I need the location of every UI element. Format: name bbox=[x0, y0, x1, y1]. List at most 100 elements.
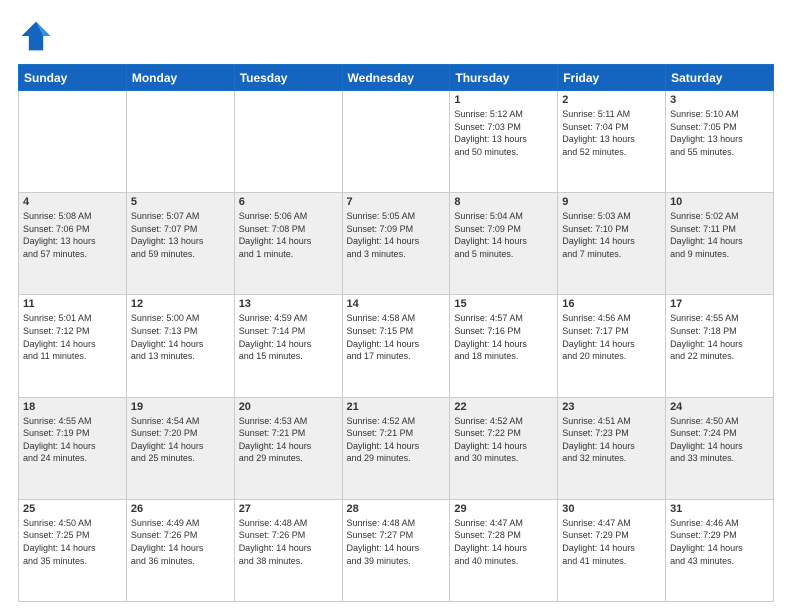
calendar-week-row: 18 Sunrise: 4:55 AM Sunset: 7:19 PM Dayli… bbox=[19, 397, 774, 499]
table-row: 24 Sunrise: 4:50 AM Sunset: 7:24 PM Dayli… bbox=[666, 397, 774, 499]
day-info: Sunrise: 5:12 AM Sunset: 7:03 PM Dayligh… bbox=[454, 108, 553, 158]
col-thursday: Thursday bbox=[450, 65, 558, 91]
day-info: Sunrise: 4:53 AM Sunset: 7:21 PM Dayligh… bbox=[239, 415, 338, 465]
day-number: 27 bbox=[239, 503, 338, 515]
table-row: 18 Sunrise: 4:55 AM Sunset: 7:19 PM Dayli… bbox=[19, 397, 127, 499]
day-number: 22 bbox=[454, 401, 553, 413]
day-number: 21 bbox=[347, 401, 446, 413]
day-number: 23 bbox=[562, 401, 661, 413]
calendar-week-row: 11 Sunrise: 5:01 AM Sunset: 7:12 PM Dayli… bbox=[19, 295, 774, 397]
table-row: 27 Sunrise: 4:48 AM Sunset: 7:26 PM Dayli… bbox=[234, 499, 342, 601]
day-info: Sunrise: 5:10 AM Sunset: 7:05 PM Dayligh… bbox=[670, 108, 769, 158]
table-row: 16 Sunrise: 4:56 AM Sunset: 7:17 PM Dayli… bbox=[558, 295, 666, 397]
day-number: 5 bbox=[131, 196, 230, 208]
day-info: Sunrise: 4:48 AM Sunset: 7:26 PM Dayligh… bbox=[239, 517, 338, 567]
day-info: Sunrise: 4:58 AM Sunset: 7:15 PM Dayligh… bbox=[347, 312, 446, 362]
table-row: 14 Sunrise: 4:58 AM Sunset: 7:15 PM Dayli… bbox=[342, 295, 450, 397]
table-row: 11 Sunrise: 5:01 AM Sunset: 7:12 PM Dayli… bbox=[19, 295, 127, 397]
day-number: 7 bbox=[347, 196, 446, 208]
calendar-table: Sunday Monday Tuesday Wednesday Thursday… bbox=[18, 64, 774, 602]
day-info: Sunrise: 5:11 AM Sunset: 7:04 PM Dayligh… bbox=[562, 108, 661, 158]
col-tuesday: Tuesday bbox=[234, 65, 342, 91]
day-number: 19 bbox=[131, 401, 230, 413]
table-row: 15Sunrise: 4:57 AM Sunset: 7:16 PM Dayli… bbox=[450, 295, 558, 397]
day-number: 17 bbox=[670, 298, 769, 310]
day-number: 25 bbox=[23, 503, 122, 515]
col-saturday: Saturday bbox=[666, 65, 774, 91]
day-info: Sunrise: 5:01 AM Sunset: 7:12 PM Dayligh… bbox=[23, 312, 122, 362]
page: Sunday Monday Tuesday Wednesday Thursday… bbox=[0, 0, 792, 612]
table-row bbox=[126, 91, 234, 193]
day-number: 1 bbox=[454, 94, 553, 106]
col-friday: Friday bbox=[558, 65, 666, 91]
day-info: Sunrise: 5:03 AM Sunset: 7:10 PM Dayligh… bbox=[562, 210, 661, 260]
day-info: Sunrise: 4:50 AM Sunset: 7:25 PM Dayligh… bbox=[23, 517, 122, 567]
table-row: 30 Sunrise: 4:47 AM Sunset: 7:29 PM Dayli… bbox=[558, 499, 666, 601]
day-number: 14 bbox=[347, 298, 446, 310]
day-number: 2 bbox=[562, 94, 661, 106]
day-info: Sunrise: 4:52 AM Sunset: 7:22 PM Dayligh… bbox=[454, 415, 553, 465]
table-row: 23Sunrise: 4:51 AM Sunset: 7:23 PM Dayli… bbox=[558, 397, 666, 499]
table-row: 28Sunrise: 4:48 AM Sunset: 7:27 PM Dayli… bbox=[342, 499, 450, 601]
table-row: 29 Sunrise: 4:47 AM Sunset: 7:28 PM Dayli… bbox=[450, 499, 558, 601]
day-number: 30 bbox=[562, 503, 661, 515]
day-number: 13 bbox=[239, 298, 338, 310]
day-info: Sunrise: 5:05 AM Sunset: 7:09 PM Dayligh… bbox=[347, 210, 446, 260]
day-info: Sunrise: 4:55 AM Sunset: 7:18 PM Dayligh… bbox=[670, 312, 769, 362]
day-number: 10 bbox=[670, 196, 769, 208]
day-info: Sunrise: 4:47 AM Sunset: 7:28 PM Dayligh… bbox=[454, 517, 553, 567]
col-monday: Monday bbox=[126, 65, 234, 91]
day-number: 31 bbox=[670, 503, 769, 515]
day-info: Sunrise: 4:50 AM Sunset: 7:24 PM Dayligh… bbox=[670, 415, 769, 465]
day-info: Sunrise: 5:00 AM Sunset: 7:13 PM Dayligh… bbox=[131, 312, 230, 362]
day-info: Sunrise: 5:06 AM Sunset: 7:08 PM Dayligh… bbox=[239, 210, 338, 260]
table-row: 22 Sunrise: 4:52 AM Sunset: 7:22 PM Dayli… bbox=[450, 397, 558, 499]
day-info: Sunrise: 4:56 AM Sunset: 7:17 PM Dayligh… bbox=[562, 312, 661, 362]
table-row: 4Sunrise: 5:08 AM Sunset: 7:06 PM Daylig… bbox=[19, 193, 127, 295]
day-number: 8 bbox=[454, 196, 553, 208]
table-row: 12Sunrise: 5:00 AM Sunset: 7:13 PM Dayli… bbox=[126, 295, 234, 397]
day-number: 6 bbox=[239, 196, 338, 208]
table-row: 13 Sunrise: 4:59 AM Sunset: 7:14 PM Dayli… bbox=[234, 295, 342, 397]
table-row: 8 Sunrise: 5:04 AM Sunset: 7:09 PM Daylig… bbox=[450, 193, 558, 295]
table-row: 1 Sunrise: 5:12 AM Sunset: 7:03 PM Daylig… bbox=[450, 91, 558, 193]
day-info: Sunrise: 5:07 AM Sunset: 7:07 PM Dayligh… bbox=[131, 210, 230, 260]
day-info: Sunrise: 4:52 AM Sunset: 7:21 PM Dayligh… bbox=[347, 415, 446, 465]
day-info: Sunrise: 4:48 AM Sunset: 7:27 PM Dayligh… bbox=[347, 517, 446, 567]
day-info: Sunrise: 5:02 AM Sunset: 7:11 PM Dayligh… bbox=[670, 210, 769, 260]
table-row bbox=[19, 91, 127, 193]
day-number: 16 bbox=[562, 298, 661, 310]
table-row: 3 Sunrise: 5:10 AM Sunset: 7:05 PM Daylig… bbox=[666, 91, 774, 193]
table-row: 7 Sunrise: 5:05 AM Sunset: 7:09 PM Daylig… bbox=[342, 193, 450, 295]
col-wednesday: Wednesday bbox=[342, 65, 450, 91]
table-row: 31 Sunrise: 4:46 AM Sunset: 7:29 PM Dayli… bbox=[666, 499, 774, 601]
day-info: Sunrise: 4:47 AM Sunset: 7:29 PM Dayligh… bbox=[562, 517, 661, 567]
logo bbox=[18, 18, 58, 54]
day-number: 3 bbox=[670, 94, 769, 106]
table-row: 5 Sunrise: 5:07 AM Sunset: 7:07 PM Daylig… bbox=[126, 193, 234, 295]
day-info: Sunrise: 5:08 AM Sunset: 7:06 PM Dayligh… bbox=[23, 210, 122, 260]
day-number: 18 bbox=[23, 401, 122, 413]
day-number: 24 bbox=[670, 401, 769, 413]
table-row: 10 Sunrise: 5:02 AM Sunset: 7:11 PM Dayli… bbox=[666, 193, 774, 295]
day-info: Sunrise: 4:54 AM Sunset: 7:20 PM Dayligh… bbox=[131, 415, 230, 465]
calendar-header-row: Sunday Monday Tuesday Wednesday Thursday… bbox=[19, 65, 774, 91]
day-info: Sunrise: 4:46 AM Sunset: 7:29 PM Dayligh… bbox=[670, 517, 769, 567]
day-number: 26 bbox=[131, 503, 230, 515]
header bbox=[18, 18, 774, 54]
day-number: 9 bbox=[562, 196, 661, 208]
day-number: 11 bbox=[23, 298, 122, 310]
day-info: Sunrise: 5:04 AM Sunset: 7:09 PM Dayligh… bbox=[454, 210, 553, 260]
calendar-week-row: 1 Sunrise: 5:12 AM Sunset: 7:03 PM Daylig… bbox=[19, 91, 774, 193]
table-row: 2 Sunrise: 5:11 AM Sunset: 7:04 PM Daylig… bbox=[558, 91, 666, 193]
day-number: 20 bbox=[239, 401, 338, 413]
table-row bbox=[234, 91, 342, 193]
logo-icon bbox=[18, 18, 54, 54]
day-info: Sunrise: 4:55 AM Sunset: 7:19 PM Dayligh… bbox=[23, 415, 122, 465]
day-number: 15 bbox=[454, 298, 553, 310]
table-row: 20 Sunrise: 4:53 AM Sunset: 7:21 PM Dayli… bbox=[234, 397, 342, 499]
day-info: Sunrise: 4:59 AM Sunset: 7:14 PM Dayligh… bbox=[239, 312, 338, 362]
day-number: 29 bbox=[454, 503, 553, 515]
table-row: 6 Sunrise: 5:06 AM Sunset: 7:08 PM Daylig… bbox=[234, 193, 342, 295]
table-row: 19 Sunrise: 4:54 AM Sunset: 7:20 PM Dayli… bbox=[126, 397, 234, 499]
